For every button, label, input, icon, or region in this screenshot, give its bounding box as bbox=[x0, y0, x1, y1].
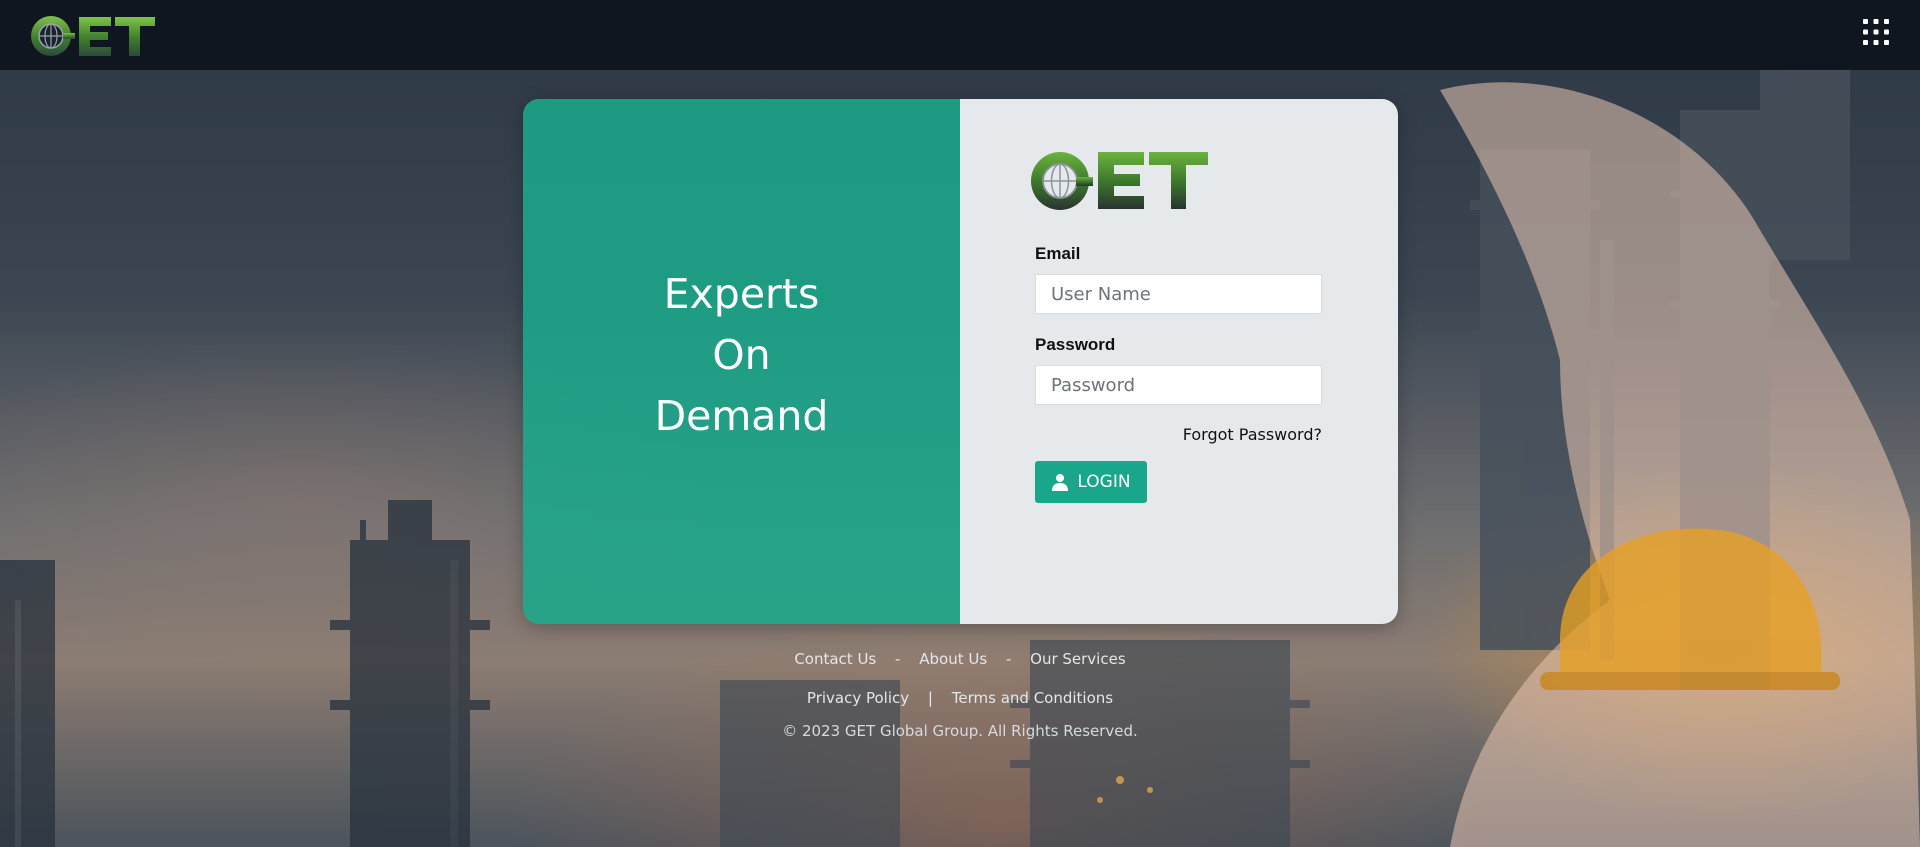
terms-and-conditions-link[interactable]: Terms and Conditions bbox=[952, 689, 1113, 707]
get-logo-icon bbox=[1031, 152, 1208, 210]
grid-icon bbox=[1863, 19, 1889, 45]
our-services-link[interactable]: Our Services bbox=[1030, 650, 1126, 668]
password-field[interactable] bbox=[1035, 365, 1322, 405]
copyright-text: © 2023 GET Global Group. All Rights Rese… bbox=[782, 722, 1138, 740]
contact-us-link[interactable]: Contact Us bbox=[794, 650, 876, 668]
footer-links: Contact Us - About Us - Our Services bbox=[0, 650, 1920, 668]
brand-logo[interactable] bbox=[29, 11, 157, 61]
tagline-line: Demand bbox=[654, 392, 829, 440]
tagline-line: Experts bbox=[663, 270, 820, 318]
login-button[interactable]: LOGIN bbox=[1035, 461, 1147, 503]
email-field[interactable] bbox=[1035, 274, 1322, 314]
footer-separator: - bbox=[1005, 650, 1012, 668]
login-form-panel: Email Password Forgot Password? LOGIN bbox=[960, 99, 1398, 624]
footer-separator: | bbox=[927, 689, 933, 707]
forgot-password-link[interactable]: Forgot Password? bbox=[1035, 425, 1322, 444]
footer-legal-links: Privacy Policy | Terms and Conditions bbox=[0, 689, 1920, 707]
tagline-panel: Experts On Demand bbox=[523, 99, 960, 624]
privacy-policy-link[interactable]: Privacy Policy bbox=[807, 689, 909, 707]
form-logo bbox=[1028, 148, 1210, 214]
email-label: Email bbox=[1035, 244, 1081, 263]
get-logo-icon bbox=[31, 16, 155, 56]
about-us-link[interactable]: About Us bbox=[919, 650, 987, 668]
password-label: Password bbox=[1035, 335, 1116, 354]
apps-grid-button[interactable] bbox=[1862, 18, 1890, 46]
user-icon bbox=[1051, 473, 1069, 491]
login-card: Experts On Demand Email User Name Passwo… bbox=[523, 99, 1398, 624]
tagline-line: On bbox=[712, 331, 771, 379]
login-button-label: LOGIN bbox=[1077, 472, 1131, 492]
footer-separator: - bbox=[895, 650, 901, 668]
tagline: Experts On Demand bbox=[523, 264, 960, 447]
top-navbar bbox=[0, 0, 1920, 70]
